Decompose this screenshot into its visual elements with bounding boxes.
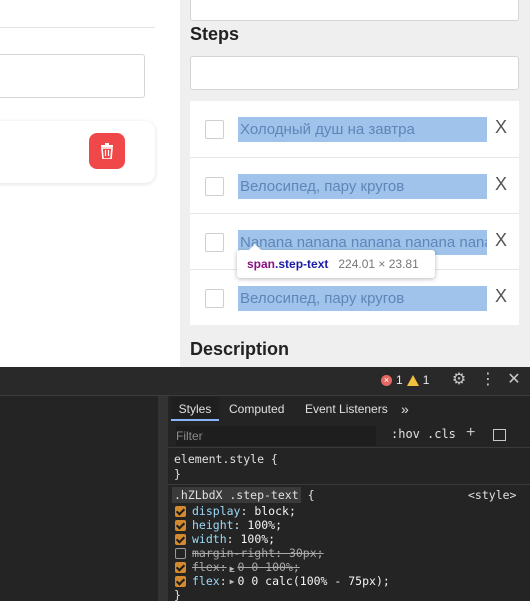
divider bbox=[0, 27, 155, 28]
property-name[interactable]: width bbox=[192, 532, 227, 546]
tab-styles[interactable]: Styles bbox=[171, 397, 219, 421]
remove-step-button[interactable]: X bbox=[490, 284, 512, 308]
css-property: height: 100%; bbox=[175, 518, 282, 532]
rule-selector-line: .hZLbdX .step-text { bbox=[172, 487, 315, 503]
property-checkbox[interactable] bbox=[175, 547, 186, 559]
property-name[interactable]: height bbox=[192, 518, 234, 532]
warning-icon bbox=[406, 374, 419, 386]
step-checkbox[interactable] bbox=[205, 177, 224, 196]
property-value[interactable]: 100%; bbox=[247, 518, 282, 532]
new-rule-icon[interactable]: + bbox=[466, 424, 475, 442]
hov-toggle[interactable]: :hov bbox=[391, 427, 420, 441]
more-tabs-icon[interactable]: » bbox=[401, 397, 409, 421]
cls-toggle[interactable]: .cls bbox=[427, 427, 456, 441]
step-checkbox[interactable] bbox=[205, 233, 224, 252]
issues-counter[interactable]: × 1 1 bbox=[381, 373, 429, 387]
css-property: width: 100%; bbox=[175, 532, 275, 546]
property-name[interactable]: display bbox=[192, 504, 240, 518]
elements-pane bbox=[0, 396, 158, 601]
left-text-input[interactable] bbox=[0, 54, 145, 98]
trash-icon bbox=[101, 143, 113, 159]
remove-step-button[interactable]: X bbox=[490, 228, 512, 252]
step-item: Холодный душ на завтра X bbox=[190, 101, 519, 157]
rule-close-brace: } bbox=[174, 588, 181, 602]
tab-event-listeners[interactable]: Event Listeners bbox=[305, 397, 388, 421]
inspect-tooltip: span.step-text 224.01 × 23.81 bbox=[237, 244, 435, 278]
delete-button[interactable] bbox=[89, 133, 125, 169]
step-text[interactable]: Велосипед, пару кругов bbox=[238, 286, 487, 311]
step-checkbox[interactable] bbox=[205, 289, 224, 308]
tooltip-class: .step-text bbox=[275, 257, 329, 271]
property-name[interactable]: flex bbox=[192, 574, 220, 588]
rule-divider bbox=[168, 484, 530, 485]
property-checkbox[interactable] bbox=[175, 533, 186, 545]
expand-triangle-icon[interactable]: ▶ bbox=[230, 577, 235, 586]
scrollbar[interactable] bbox=[158, 396, 168, 601]
more-options-icon[interactable]: ⋮ bbox=[480, 371, 496, 389]
tooltip-tag: span bbox=[247, 257, 276, 271]
styles-filter-input[interactable]: Filter bbox=[176, 426, 376, 446]
tooltip-dimensions: 224.01 × 23.81 bbox=[338, 257, 419, 271]
rule-selector[interactable]: .hZLbdX .step-text bbox=[172, 487, 301, 503]
remove-step-button[interactable]: X bbox=[490, 172, 512, 196]
property-checkbox[interactable] bbox=[175, 519, 186, 531]
sidebar-toggle-icon[interactable] bbox=[493, 429, 506, 441]
close-icon[interactable]: ✕ bbox=[506, 371, 522, 389]
property-name[interactable]: flex bbox=[192, 560, 220, 574]
step-text[interactable]: Холодный душ на завтра bbox=[238, 117, 487, 142]
remove-step-button[interactable]: X bbox=[490, 115, 512, 139]
task-card[interactable] bbox=[0, 121, 155, 183]
property-checkbox[interactable] bbox=[175, 505, 186, 517]
property-name[interactable]: margin-right bbox=[192, 546, 275, 560]
description-heading: Description bbox=[190, 339, 290, 359]
step-item: Велосипед, пару кругов X bbox=[190, 157, 519, 214]
css-property: display: block; bbox=[175, 504, 296, 518]
rule-open-brace: { bbox=[307, 488, 315, 502]
new-step-input[interactable] bbox=[190, 56, 519, 90]
property-value[interactable]: block; bbox=[254, 504, 296, 518]
element-style-selector: element.style { bbox=[174, 452, 278, 466]
tab-computed[interactable]: Computed bbox=[229, 397, 284, 421]
steps-heading: Steps bbox=[190, 24, 240, 44]
error-icon: × bbox=[381, 374, 392, 386]
rule-source-link[interactable]: <style> bbox=[468, 488, 516, 502]
property-value[interactable]: 0 0 calc(100% - 75px); bbox=[237, 574, 389, 588]
property-value[interactable]: 30px; bbox=[289, 546, 324, 560]
step-checkbox[interactable] bbox=[205, 120, 224, 139]
warning-count: 1 bbox=[422, 373, 430, 387]
step-text[interactable]: Велосипед, пару кругов bbox=[238, 174, 487, 199]
css-property: flex: ▶ 0 0 calc(100% - 75px); bbox=[175, 574, 390, 588]
title-input[interactable] bbox=[190, 0, 519, 21]
property-checkbox[interactable] bbox=[175, 561, 186, 573]
expand-triangle-icon[interactable]: ▶ bbox=[230, 564, 235, 573]
element-style-close: } bbox=[174, 467, 181, 481]
property-value[interactable]: 0 0 100%; bbox=[237, 560, 299, 574]
gear-icon[interactable]: ⚙ bbox=[450, 371, 468, 389]
property-value[interactable]: 100%; bbox=[240, 532, 275, 546]
css-property: flex: ▶ 0 0 100%; bbox=[175, 560, 300, 574]
steps-list: Холодный душ на завтра X Велосипед, пару… bbox=[190, 101, 519, 325]
error-count: 1 bbox=[396, 373, 403, 387]
property-checkbox[interactable] bbox=[175, 575, 186, 587]
css-property: margin-right: 30px; bbox=[175, 546, 324, 560]
